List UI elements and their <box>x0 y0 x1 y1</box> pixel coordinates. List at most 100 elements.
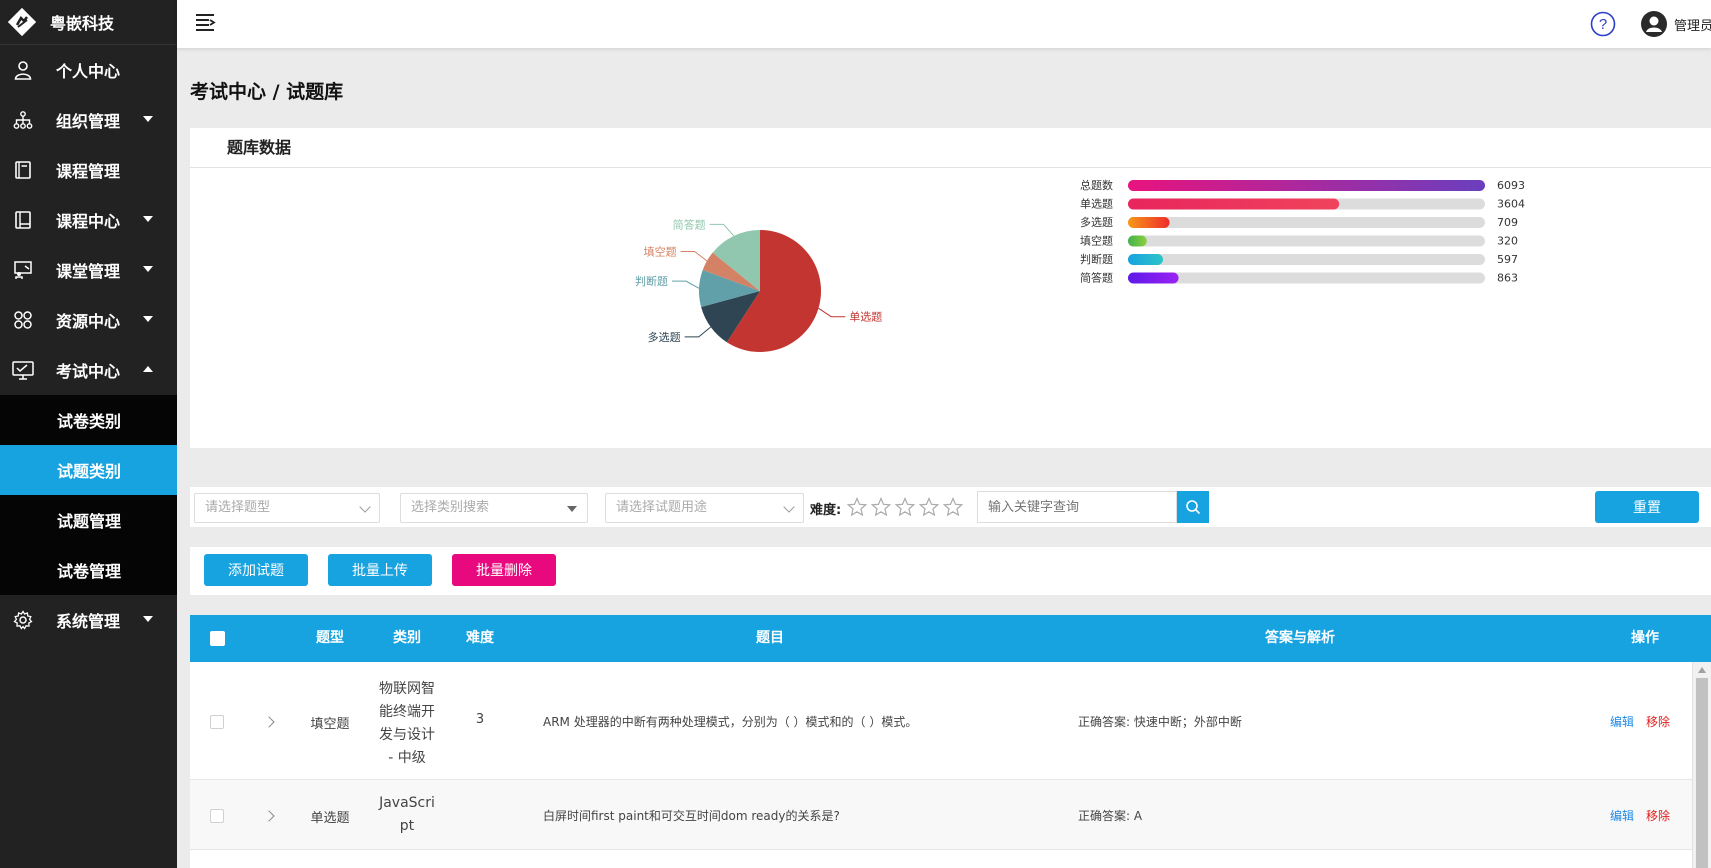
edit-link[interactable]: 编辑 <box>1610 713 1634 730</box>
chevron-down-icon <box>143 216 153 222</box>
sidebar-subitem-question-manage[interactable]: 试题管理 <box>0 495 177 545</box>
sidebar-item-org[interactable]: 组织管理 <box>0 95 177 145</box>
usage-select[interactable]: 请选择试题用途 <box>605 493 804 523</box>
sidebar-item-classroom[interactable]: 课堂管理 <box>0 245 177 295</box>
star-icon[interactable] <box>943 497 963 517</box>
bar-fill[interactable] <box>1128 254 1163 265</box>
star-icon[interactable] <box>871 497 891 517</box>
star-icon[interactable] <box>847 497 867 517</box>
sidebar-subitem-paper-category[interactable]: 试卷类别 <box>0 395 177 445</box>
chevron-down-icon <box>359 501 371 513</box>
sidebar-subitem-label: 试卷类别 <box>57 412 122 431</box>
column-header-type[interactable]: 题型 <box>305 615 355 662</box>
book-icon <box>12 159 34 181</box>
table-row[interactable]: 填空题 物联网智 能终端开 发与设计 - 中级 3 ARM 处理器的中断有两种处… <box>190 662 1711 780</box>
row-checkbox[interactable] <box>210 715 224 729</box>
stats-panel: 题库数据 单选题 多选题 判断题 填空题 简答题 总题数 6093 单选题 3604 多选题 70… <box>190 128 1711 448</box>
user-icon <box>12 59 34 81</box>
remove-link[interactable]: 移除 <box>1646 807 1670 824</box>
expand-chevron-icon[interactable] <box>263 716 275 728</box>
sidebar-item-personal[interactable]: 个人中心 <box>0 45 177 95</box>
scroll-up-arrow-icon[interactable] <box>1698 667 1706 673</box>
user-avatar-icon[interactable] <box>1640 10 1668 38</box>
sidebar-item-label: 课堂管理 <box>56 262 121 281</box>
table-scrollbar[interactable] <box>1692 662 1711 868</box>
cell-category-line: - 中级 <box>388 750 426 766</box>
sidebar-item-course-center[interactable]: 课程中心 <box>0 195 177 245</box>
bar-fill[interactable] <box>1128 198 1340 210</box>
username[interactable]: 管理员 <box>1674 15 1711 34</box>
star-icon[interactable] <box>895 497 915 517</box>
question-table: 题型 类别 难度 题目 答案与解析 操作 填空题 物联网智 能终端开 发与设计 … <box>190 615 1711 868</box>
logo-icon <box>8 8 36 36</box>
gear-icon <box>12 609 34 631</box>
category-select[interactable]: 选择类别搜索 <box>400 493 588 523</box>
book-open-icon <box>12 209 34 231</box>
select-all-checkbox[interactable] <box>210 631 225 646</box>
remove-link[interactable]: 移除 <box>1646 713 1670 730</box>
column-header-difficulty[interactable]: 难度 <box>455 615 505 662</box>
bar-track <box>1128 235 1485 247</box>
action-bar: 添加试题 批量上传 批量删除 <box>190 547 1711 595</box>
bar-value: 320 <box>1497 235 1518 248</box>
pie-slice-label: 单选题 <box>849 311 882 324</box>
sidebar-subitem-label: 试题类别 <box>57 462 122 481</box>
table-row[interactable]: 单选题 JavaScri pt 白屏时间first paint和可交互时间dom… <box>190 780 1711 850</box>
pie-label-line <box>684 326 712 338</box>
menu-toggle-icon[interactable] <box>194 11 216 33</box>
star-icon[interactable] <box>919 497 939 517</box>
cell-category: 物联网智 能终端开 发与设计 - 中级 <box>372 678 442 770</box>
sidebar-subitem-question-category[interactable]: 试题类别 <box>0 445 177 495</box>
app-name: 粤嵌科技 <box>50 14 115 33</box>
cell-category-line: 物联网智 <box>379 681 435 697</box>
reset-button[interactable]: 重置 <box>1595 491 1699 523</box>
cell-question: ARM 处理器的中断有两种处理模式，分别为（ ）模式和的（ ）模式。 <box>543 715 918 729</box>
cell-category-line: 发与设计 <box>379 727 435 743</box>
help-icon[interactable]: ? <box>1590 11 1616 37</box>
pie-slice-label: 简答题 <box>673 217 706 231</box>
sidebar-item-course-manage[interactable]: 课程管理 <box>0 145 177 195</box>
bar-value: 6093 <box>1497 179 1525 192</box>
scrollbar-thumb[interactable] <box>1696 678 1708 868</box>
edit-link[interactable]: 编辑 <box>1610 807 1634 824</box>
bar-fill[interactable] <box>1128 272 1179 284</box>
expand-chevron-icon[interactable] <box>263 810 275 822</box>
svg-text:?: ? <box>1599 16 1607 33</box>
sidebar-item-label: 考试中心 <box>56 362 121 381</box>
sidebar-item-system[interactable]: 系统管理 <box>0 595 177 645</box>
bar-fill[interactable] <box>1128 217 1170 228</box>
bar-fill[interactable] <box>1128 180 1485 191</box>
bar-label: 判断题 <box>1080 252 1113 266</box>
row-checkbox[interactable] <box>210 809 224 823</box>
question-bar-chart: 总题数 6093 单选题 3604 多选题 709 填空题 320 判断题 597 简答题 863 <box>1080 178 1525 285</box>
bar-label: 填空题 <box>1080 234 1113 248</box>
batch-upload-button[interactable]: 批量上传 <box>328 554 432 586</box>
cell-type: 填空题 <box>310 717 350 732</box>
search-button[interactable] <box>1177 491 1209 523</box>
search-icon <box>1186 500 1201 515</box>
sidebar: 粤嵌科技 个人中心 组织管理 课程管理 课程中心 课堂管理 资源中心 考试中心 … <box>0 0 177 868</box>
bar-fill[interactable] <box>1128 235 1147 247</box>
cell-difficulty: 3 <box>475 712 485 727</box>
add-question-button[interactable]: 添加试题 <box>204 554 308 586</box>
bar-value: 597 <box>1497 253 1518 266</box>
column-header-category[interactable]: 类别 <box>377 615 437 662</box>
bar-track <box>1128 217 1485 228</box>
sidebar-subitem-label: 试题管理 <box>57 512 122 531</box>
batch-delete-button[interactable]: 批量删除 <box>452 554 556 586</box>
sidebar-item-exam[interactable]: 考试中心 <box>0 345 177 395</box>
panel-title: 题库数据 <box>190 128 1711 168</box>
top-bar: ? 管理员 <box>177 0 1711 48</box>
pie-label-line <box>709 223 735 237</box>
cell-answer: 正确答案: 快速中断；外部中断 <box>1078 715 1242 729</box>
sidebar-subitem-paper-manage[interactable]: 试卷管理 <box>0 545 177 595</box>
chevron-down-icon <box>143 266 153 272</box>
sidebar-item-resource[interactable]: 资源中心 <box>0 295 177 345</box>
keyword-input[interactable] <box>977 491 1177 523</box>
app-logo[interactable]: 粤嵌科技 <box>0 0 177 45</box>
column-header-answer[interactable]: 答案与解析 <box>1240 615 1360 662</box>
column-header-question[interactable]: 题目 <box>730 615 810 662</box>
type-select[interactable]: 请选择题型 <box>194 493 380 523</box>
bar-label: 多选题 <box>1080 215 1113 229</box>
bar-label: 总题数 <box>1080 178 1113 192</box>
